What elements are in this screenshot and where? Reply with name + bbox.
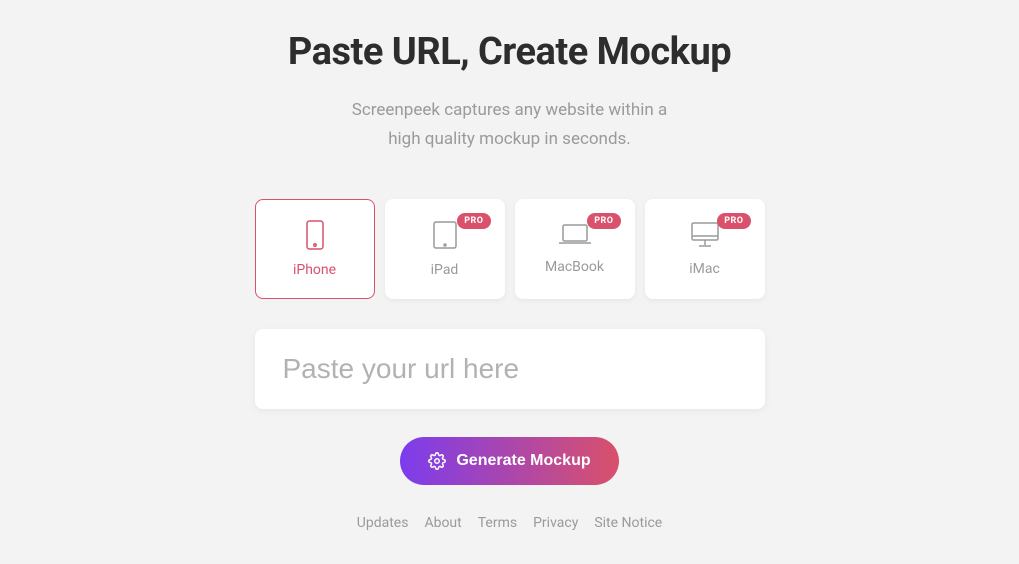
subtitle-line-2: high quality mockup in seconds. [388,129,631,149]
footer-link-about[interactable]: About [424,515,461,531]
device-option-imac[interactable]: PRO iMac [645,199,765,299]
footer-link-terms[interactable]: Terms [478,515,517,531]
pro-badge: PRO [587,213,620,229]
device-label: MacBook [545,259,604,275]
device-option-iphone[interactable]: iPhone [255,199,375,299]
device-option-ipad[interactable]: PRO iPad [385,199,505,299]
pro-badge: PRO [717,213,750,229]
footer-link-site-notice[interactable]: Site Notice [594,515,662,531]
gear-icon [428,452,446,470]
device-label: iMac [689,261,720,277]
iphone-icon [305,220,325,250]
generate-button-label: Generate Mockup [456,452,590,470]
ipad-icon [432,220,458,250]
device-option-macbook[interactable]: PRO MacBook [515,199,635,299]
subtitle: Screenpeek captures any website within a… [352,96,667,154]
footer-links: Updates About Terms Privacy Site Notice [357,515,662,531]
main-container: Paste URL, Create Mockup Screenpeek capt… [0,0,1019,531]
footer-link-privacy[interactable]: Privacy [533,515,578,531]
device-label: iPhone [293,262,336,278]
url-input[interactable] [255,329,765,409]
device-label: iPad [431,262,459,278]
device-selector: iPhone PRO iPad PRO MacBook PRO [255,199,765,299]
macbook-icon [558,223,592,247]
imac-icon [689,221,721,249]
headline: Paste URL, Create Mockup [288,30,731,74]
subtitle-line-1: Screenpeek captures any website within a [352,100,667,120]
pro-badge: PRO [457,213,490,229]
footer-link-updates[interactable]: Updates [357,515,409,531]
generate-mockup-button[interactable]: Generate Mockup [400,437,618,485]
